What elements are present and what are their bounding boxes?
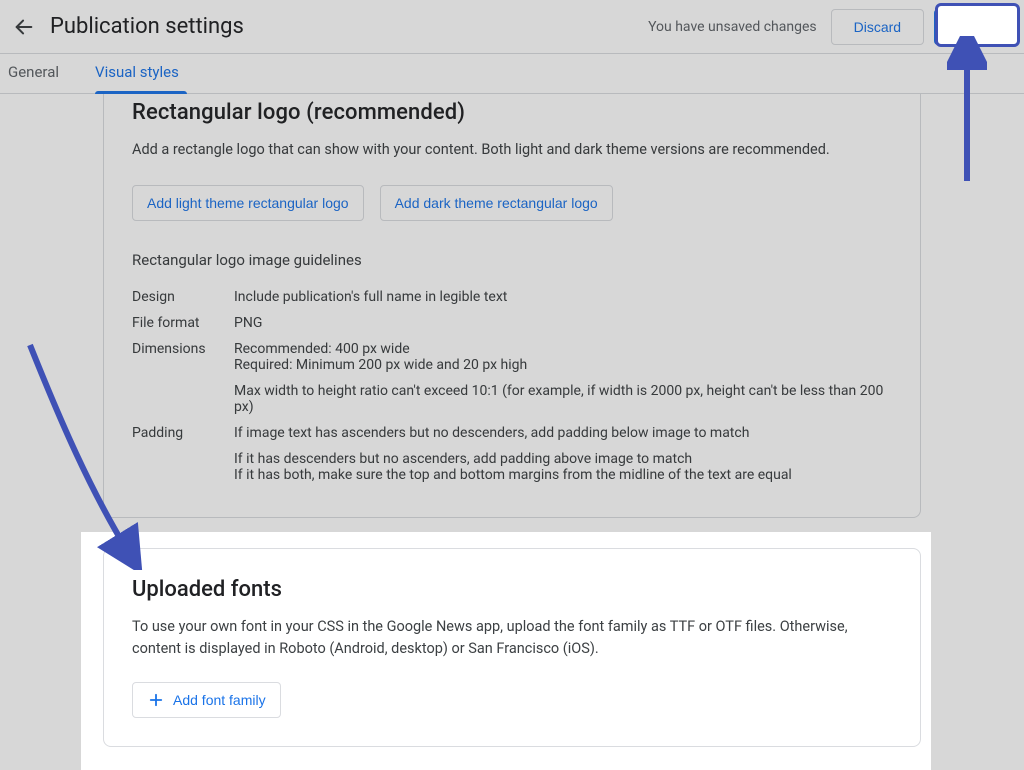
- fonts-desc: To use your own font in your CSS in the …: [132, 616, 892, 660]
- fonts-title: Uploaded fonts: [132, 549, 892, 602]
- guideline-label-file: File format: [132, 315, 234, 331]
- guideline-value-dimensions: Recommended: 400 px wide Required: Minim…: [234, 341, 892, 415]
- guideline-label-design: Design: [132, 289, 234, 305]
- guideline-value-file: PNG: [234, 315, 892, 331]
- add-dark-logo-button[interactable]: Add dark theme rectangular logo: [380, 185, 613, 221]
- add-font-family-label: Add font family: [173, 692, 266, 708]
- guideline-value-design: Include publication's full name in legib…: [234, 289, 892, 305]
- rectangular-logo-card: Rectangular logo (recommended) Add a rec…: [103, 94, 921, 518]
- content-area: Rectangular logo (recommended) Add a rec…: [0, 94, 1024, 770]
- uploaded-fonts-card: Uploaded fonts To use your own font in y…: [103, 548, 921, 747]
- guideline-value-padding: If image text has ascenders but no desce…: [234, 425, 892, 483]
- guidelines-table: Design Include publication's full name i…: [132, 289, 892, 483]
- save-button[interactable]: Save: [934, 9, 1012, 45]
- rect-logo-title: Rectangular logo (recommended): [132, 94, 892, 125]
- tab-visual-styles[interactable]: Visual styles: [95, 53, 187, 93]
- rect-logo-desc: Add a rectangle logo that can show with …: [132, 139, 892, 161]
- page-title: Publication settings: [50, 14, 244, 39]
- tabs-bar: General Visual styles: [0, 54, 1024, 94]
- tab-general[interactable]: General: [8, 53, 67, 93]
- add-light-logo-button[interactable]: Add light theme rectangular logo: [132, 185, 364, 221]
- add-font-family-button[interactable]: Add font family: [132, 682, 281, 718]
- discard-button[interactable]: Discard: [831, 9, 924, 45]
- guideline-label-dimensions: Dimensions: [132, 341, 234, 357]
- guidelines-subhead: Rectangular logo image guidelines: [132, 251, 892, 269]
- guideline-label-padding: Padding: [132, 425, 234, 441]
- plus-icon: [147, 691, 165, 709]
- header: Publication settings You have unsaved ch…: [0, 0, 1024, 54]
- back-arrow-icon[interactable]: [12, 15, 36, 39]
- unsaved-changes-text: You have unsaved changes: [648, 19, 817, 35]
